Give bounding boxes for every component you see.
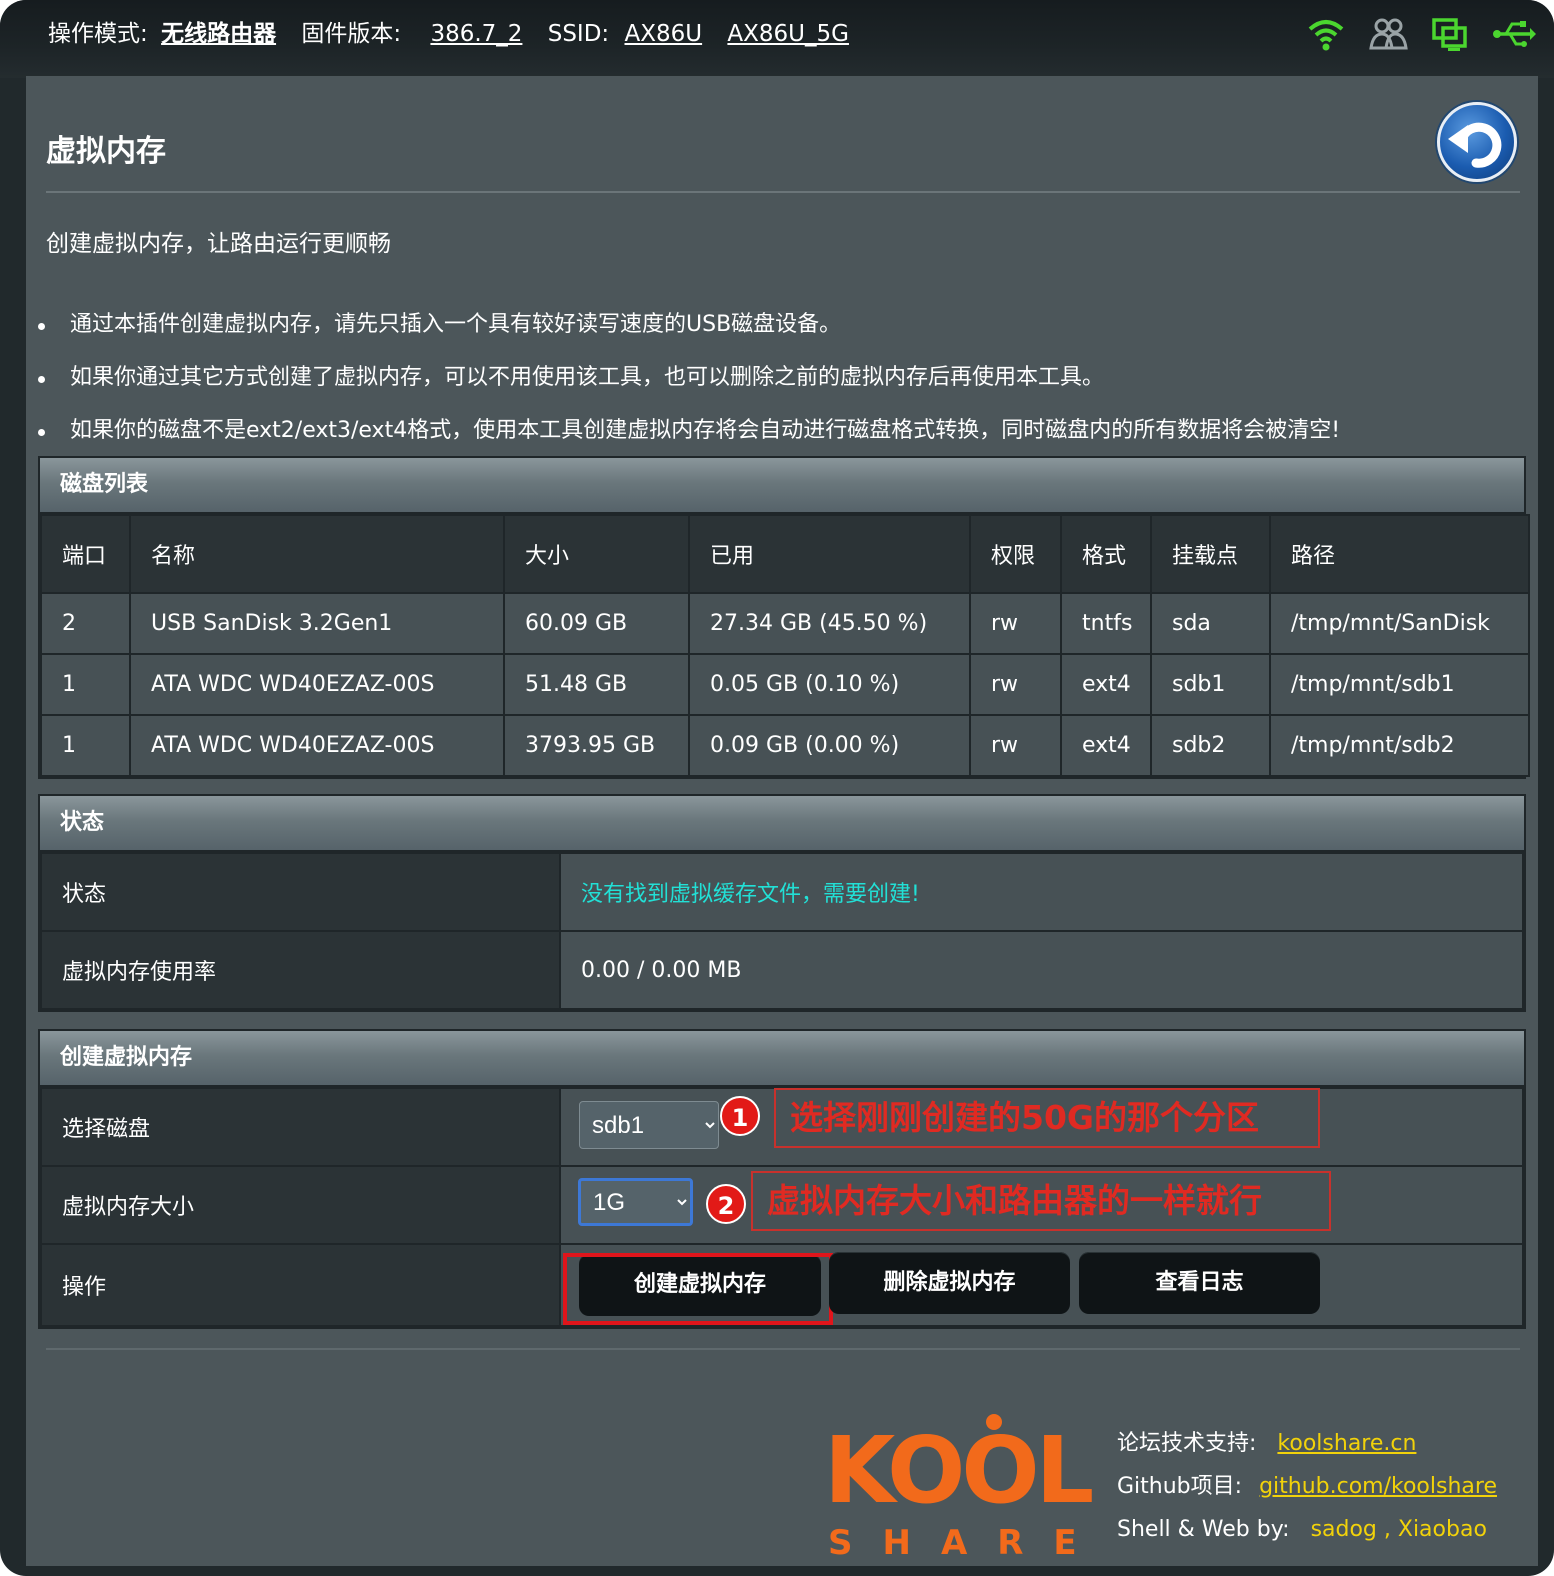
status-icons	[1306, 14, 1536, 54]
author-line: Shell & Web by: sadog , Xiaobao	[1117, 1508, 1497, 1551]
cell-name: ATA WDC WD40EZAZ-00S	[129, 714, 505, 777]
column-header: 权限	[969, 514, 1062, 594]
logo-text: KOOL	[824, 1417, 1093, 1524]
cell-path: /tmp/mnt/SanDisk	[1269, 592, 1530, 655]
column-header: 路径	[1269, 514, 1530, 594]
clients-icon[interactable]	[1368, 14, 1408, 54]
footer-divider	[46, 1348, 1520, 1350]
table-row: 1 ATA WDC WD40EZAZ-00S 3793.95 GB 0.09 G…	[40, 714, 1530, 777]
ssid-label: SSID:	[547, 21, 610, 47]
disk-select[interactable]: sdb1	[579, 1101, 719, 1149]
router-info: 操作模式: 无线路由器 固件版本: 386.7_2 SSID: AX86U AX…	[48, 17, 849, 51]
cell-permission: rw	[969, 653, 1062, 716]
size-select[interactable]: 1G	[578, 1178, 693, 1226]
column-header: 格式	[1060, 514, 1152, 594]
disk-select-label: 选择磁盘	[40, 1087, 561, 1167]
column-header: 已用	[688, 514, 971, 594]
author-names: sadog , Xiaobao	[1310, 1517, 1487, 1542]
note-item: 通过本插件创建虚拟内存，请先只插入一个具有较好读写速度的USB磁盘设备。	[36, 308, 1526, 361]
cell-name: USB SanDisk 3.2Gen1	[129, 592, 505, 655]
cell-permission: rw	[969, 592, 1062, 655]
create-header: 创建虚拟内存	[40, 1031, 1524, 1087]
footer-credits: 论坛技术支持: koolshare.cn Github项目: github.co…	[1117, 1422, 1497, 1551]
cell-port: 2	[40, 592, 131, 655]
cell-size: 51.48 GB	[503, 653, 690, 716]
cell-format: tntfs	[1060, 592, 1152, 655]
github-link[interactable]: github.com/koolshare	[1259, 1474, 1497, 1499]
cell-used: 0.05 GB (0.10 %)	[688, 653, 971, 716]
forum-line: 论坛技术支持: koolshare.cn	[1117, 1422, 1497, 1465]
disk-list-header: 磁盘列表	[40, 458, 1524, 514]
annotation-badge-1: 1	[720, 1096, 760, 1136]
cell-name: ATA WDC WD40EZAZ-00S	[129, 653, 505, 716]
annotation-note-1: 选择刚刚创建的50G的那个分区	[774, 1088, 1320, 1148]
koolshare-logo: KOOL SHARE	[816, 1414, 1106, 1564]
cell-size: 3793.95 GB	[503, 714, 690, 777]
mode-label: 操作模式:	[48, 21, 148, 47]
delete-swap-button[interactable]: 删除虚拟内存	[829, 1252, 1070, 1314]
cell-format: ext4	[1060, 714, 1152, 777]
top-status-bar: 操作模式: 无线路由器 固件版本: 386.7_2 SSID: AX86U AX…	[0, 0, 1554, 78]
disk-list-section: 磁盘列表 端口 名称 大小 已用 权限 格式 挂载点 路径 2 USB SanD…	[38, 456, 1530, 779]
view-log-button[interactable]: 查看日志	[1079, 1252, 1320, 1314]
column-header: 名称	[129, 514, 505, 594]
status-section: 状态 状态 没有找到虚拟缓存文件，需要创建! 虚拟内存使用率 0.00 / 0.…	[38, 794, 1526, 1012]
back-button[interactable]	[1437, 102, 1517, 182]
column-header: 端口	[40, 514, 131, 594]
cell-port: 1	[40, 714, 131, 777]
github-label: Github项目:	[1117, 1474, 1243, 1499]
cell-port: 1	[40, 653, 131, 716]
cell-size: 60.09 GB	[503, 592, 690, 655]
ssid-link-2[interactable]: AX86U_5G	[727, 21, 849, 47]
status-header: 状态	[40, 796, 1524, 852]
cell-mount: sda	[1150, 592, 1271, 655]
ssid-link-1[interactable]: AX86U	[625, 21, 703, 47]
action-label: 操作	[40, 1243, 561, 1327]
title-divider	[46, 191, 1520, 193]
status-value: 没有找到虚拟缓存文件，需要创建!	[559, 852, 1524, 932]
table-row: 2 USB SanDisk 3.2Gen1 60.09 GB 27.34 GB …	[40, 592, 1530, 655]
status-table: 状态 没有找到虚拟缓存文件，需要创建! 虚拟内存使用率 0.00 / 0.00 …	[40, 852, 1524, 1010]
cell-path: /tmp/mnt/sdb2	[1269, 714, 1530, 777]
create-button-highlight	[563, 1253, 833, 1325]
forum-label: 论坛技术支持:	[1117, 1431, 1257, 1456]
table-row: 1 ATA WDC WD40EZAZ-00S 51.48 GB 0.05 GB …	[40, 653, 1530, 716]
main-panel: 虚拟内存 创建虚拟内存，让路由运行更顺畅 通过本插件创建虚拟内存，请先只插入一个…	[26, 76, 1538, 1566]
firmware-link[interactable]: 386.7_2	[430, 21, 522, 47]
cell-mount: sdb1	[1150, 653, 1271, 716]
network-icon[interactable]	[1430, 14, 1470, 54]
column-header: 挂载点	[1150, 514, 1271, 594]
github-line: Github项目: github.com/koolshare	[1117, 1465, 1497, 1508]
usage-value: 0.00 / 0.00 MB	[559, 930, 1524, 1010]
cell-permission: rw	[969, 714, 1062, 777]
annotation-badge-2: 2	[706, 1184, 746, 1224]
router-frame: 操作模式: 无线路由器 固件版本: 386.7_2 SSID: AX86U AX…	[0, 0, 1554, 1576]
page-subtitle: 创建虚拟内存，让路由运行更顺畅	[46, 231, 391, 257]
disk-table: 端口 名称 大小 已用 权限 格式 挂载点 路径 2 USB SanDisk 3…	[40, 514, 1530, 777]
cell-mount: sdb2	[1150, 714, 1271, 777]
disk-table-header-row: 端口 名称 大小 已用 权限 格式 挂载点 路径	[40, 514, 1530, 594]
mode-link[interactable]: 无线路由器	[161, 21, 276, 47]
status-row: 状态 没有找到虚拟缓存文件，需要创建!	[40, 852, 1524, 932]
size-select-label: 虚拟内存大小	[40, 1165, 561, 1245]
usage-label: 虚拟内存使用率	[40, 930, 561, 1010]
wifi-icon[interactable]	[1306, 14, 1346, 54]
usb-icon[interactable]	[1492, 14, 1536, 54]
note-item: 如果你通过其它方式创建了虚拟内存，可以不用使用该工具，也可以删除之前的虚拟内存后…	[36, 361, 1526, 414]
cell-path: /tmp/mnt/sdb1	[1269, 653, 1530, 716]
status-label: 状态	[40, 852, 561, 932]
back-arrow-icon	[1448, 122, 1502, 168]
notes-list: 通过本插件创建虚拟内存，请先只插入一个具有较好读写速度的USB磁盘设备。 如果你…	[36, 308, 1526, 467]
firmware-label: 固件版本:	[301, 21, 402, 47]
cell-used: 0.09 GB (0.00 %)	[688, 714, 971, 777]
cell-used: 27.34 GB (45.50 %)	[688, 592, 971, 655]
annotation-note-2: 虚拟内存大小和路由器的一样就行	[751, 1171, 1331, 1231]
cell-format: ext4	[1060, 653, 1152, 716]
page-title: 虚拟内存	[46, 134, 166, 169]
forum-link[interactable]: koolshare.cn	[1277, 1431, 1416, 1456]
column-header: 大小	[503, 514, 690, 594]
logo-subtext: SHARE	[828, 1523, 1106, 1563]
author-label: Shell & Web by:	[1117, 1517, 1290, 1542]
usage-row: 虚拟内存使用率 0.00 / 0.00 MB	[40, 930, 1524, 1010]
